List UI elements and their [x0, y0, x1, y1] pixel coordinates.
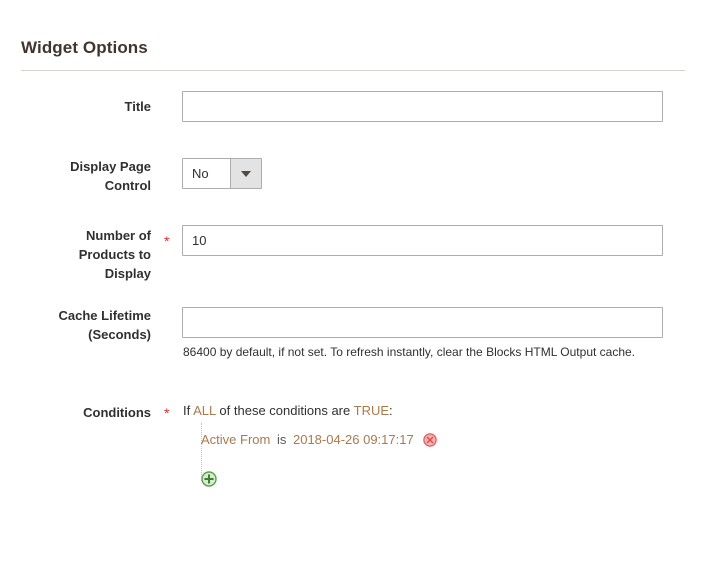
label-display-page-control: Display Page Control	[70, 159, 151, 193]
page-title: Widget Options	[21, 38, 148, 57]
display-page-control-value: No	[192, 166, 209, 181]
condition-attribute-link[interactable]: Active From	[201, 432, 270, 447]
cache-lifetime-note: 86400 by default, if not set. To refresh…	[183, 345, 636, 359]
condition-operator[interactable]: is	[277, 432, 286, 447]
label-title: Title	[124, 99, 152, 114]
remove-circle-icon[interactable]	[423, 433, 438, 447]
condition-value-link[interactable]: 2018-04-26 09:17:17	[293, 432, 414, 447]
conditions-header-suffix: :	[389, 403, 393, 418]
widget-options-page: Widget Options Title Display Page Contro…	[0, 0, 705, 579]
label-conditions: Conditions	[83, 405, 151, 420]
label-cache-lifetime: Cache Lifetime (Seconds)	[58, 308, 151, 342]
conditions-header: If ALL of these conditions are TRUE:	[183, 403, 393, 418]
title-input[interactable]	[182, 91, 663, 122]
conditions-header-prefix: If	[183, 403, 191, 418]
required-indicator-conditions: *	[164, 405, 170, 421]
required-indicator-number-of-products: *	[164, 233, 170, 249]
section-divider	[21, 70, 685, 71]
conditions-aggregator-link[interactable]: ALL	[193, 403, 216, 418]
number-of-products-input[interactable]	[182, 225, 663, 256]
conditions-header-middle: of these conditions are	[219, 403, 351, 418]
display-page-control-select[interactable]: No	[182, 158, 262, 189]
chevron-down-icon[interactable]	[230, 159, 261, 188]
conditions-value-link[interactable]: TRUE	[354, 403, 389, 418]
condition-row: Active From is 2018-04-26 09:17:17	[201, 432, 438, 447]
add-circle-icon[interactable]	[201, 471, 217, 487]
cache-lifetime-input[interactable]	[182, 307, 663, 338]
label-number-of-products: Number of Products to Display	[78, 228, 151, 281]
